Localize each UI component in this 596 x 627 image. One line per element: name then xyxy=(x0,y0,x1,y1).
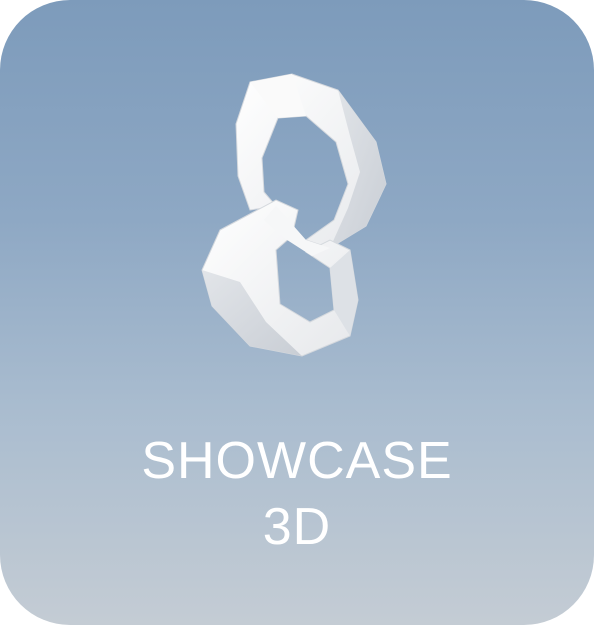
app-title-line-1: SHOWCASE xyxy=(141,432,453,490)
app-title: SHOWCASE 3D xyxy=(0,428,594,560)
app-title-line-2: 3D xyxy=(262,498,332,556)
app-icon-tile[interactable]: SHOWCASE 3D xyxy=(0,0,594,625)
chain-links-icon xyxy=(201,73,387,357)
